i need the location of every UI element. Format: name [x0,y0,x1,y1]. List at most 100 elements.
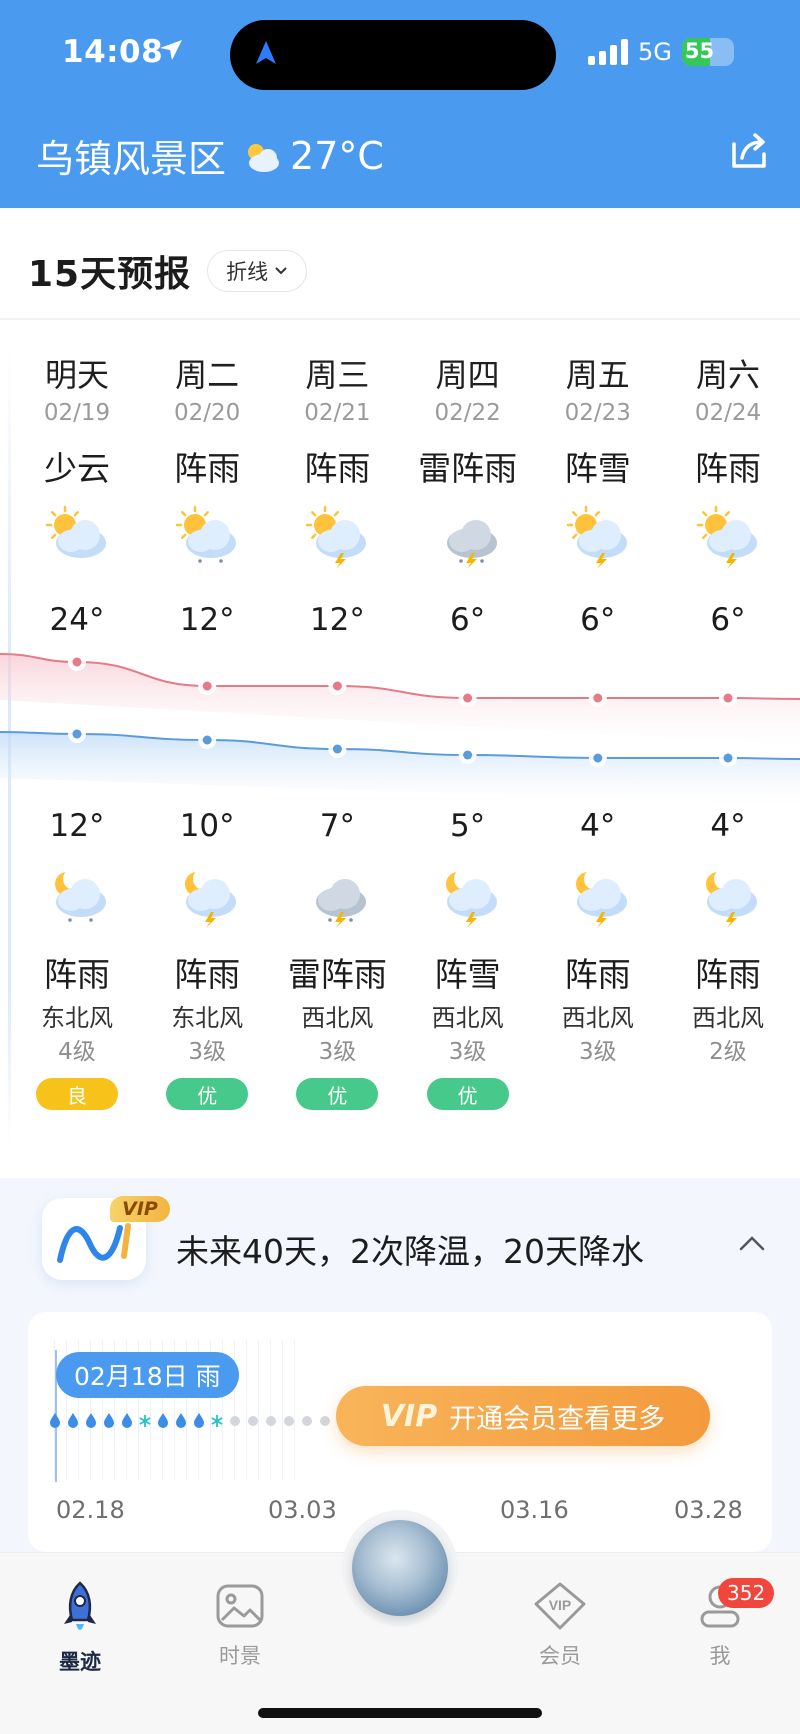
aqi-badge[interactable]: 优 [166,1078,249,1110]
status-time: 14:08 [62,34,164,70]
selected-date-pill: 02月18日 雨 [56,1352,239,1398]
day-name: 周六 [695,356,760,394]
location-title[interactable]: 乌镇风景区 27°C [36,128,384,183]
photo-icon [216,1584,264,1628]
day-column[interactable]: 周三 02/21 阵雨 12° 7° 雷阵雨 西北风 3级优 [272,350,402,1110]
wind-direction: 西北风 [692,1004,764,1032]
day-date: 02/24 [694,400,762,426]
rain-drop-icon [176,1413,186,1428]
cloud-thunder-rain-icon [446,520,497,569]
day-date: 02/22 [434,400,501,426]
current-temperature: 27°C [290,133,384,178]
chevron-up-icon[interactable] [738,1234,766,1252]
top-header: 14:08 5G 55 乌镇风景区 27°C [0,0,800,208]
day-column[interactable]: 周二 02/20 阵雨 12° 10° 阵雨 东北风 3级优 [142,350,272,1110]
status-indicators: 5G 55 [588,38,734,66]
night-condition: 雷阵雨 [287,955,387,994]
view-mode-dropdown[interactable]: 折线 [207,250,308,292]
wind-level: 3级 [188,1039,226,1065]
wind-level: 3级 [318,1039,357,1065]
aqi-badge[interactable]: 优 [296,1078,379,1110]
low-temp-area [0,732,800,805]
wind-direction: 西北风 [431,1004,504,1032]
rain-drop-icon [50,1413,60,1428]
night-weather-icon [663,862,793,942]
sun-cloud-rain-icon [175,505,237,563]
low-temp-point [202,735,212,745]
aqi-badge[interactable]: 良 [36,1078,118,1110]
notification-badge: 352 [718,1578,775,1608]
rain-drop-icon [158,1413,168,1428]
svg-text:VIP: VIP [549,1597,572,1613]
day-column[interactable]: 周五 02/23 阵雪 6° 4° 阵雨 西北风 3级 [533,350,663,1065]
axis-date: 03.16 [500,1496,569,1524]
rain-drop-icon [104,1413,114,1428]
high-temp-point [463,693,473,703]
no-precip-dot [320,1416,330,1426]
open-vip-label: 开通会员查看更多 [449,1403,666,1435]
wind-direction: 东北风 [171,1004,244,1032]
day-column[interactable]: 周六 02/24 阵雨 6° 4° 阵雨 西北风 2级 [663,350,793,1065]
forecast-header: 15天预报 折线 [28,245,308,297]
rain-drop-icon [122,1413,132,1428]
sun-cloud-thunder-icon [306,505,367,569]
moon-cloud-thunder-icon [706,868,757,928]
vip-button-badge: VIP [380,1398,438,1434]
day-column[interactable]: 明天 02/19 少云 24° 12° 阵雨 东北风 4级良 [12,350,142,1110]
axis-date: 03.28 [674,1496,743,1524]
axis-date: 03.03 [268,1496,337,1524]
aqi-badge[interactable]: 优 [426,1078,509,1110]
divider [0,318,800,320]
open-vip-button[interactable]: VIP 开通会员查看更多 [336,1386,710,1446]
no-precip-dot [284,1416,294,1426]
sun-cloud-thunder-icon [566,505,627,569]
forecast-40d-summary[interactable]: 未来40天，2次降温，20天降水 [176,1225,644,1273]
day-condition: 阵雪 [564,449,631,488]
rain-drop-icon [194,1413,204,1428]
day-weather-icon [533,496,663,576]
wind-level: 2级 [709,1039,747,1065]
high-temp-point [72,657,82,667]
day-name: 明天 [44,356,109,394]
day-name: 周三 [305,356,370,394]
low-temp-point [593,753,603,763]
wind-direction: 西北风 [301,1004,374,1032]
moon-cloud-thunder-icon [445,868,497,928]
no-precip-dot [230,1416,240,1426]
day-weather-icon [663,496,793,576]
day-date: 02/21 [304,400,371,426]
nav-label: 墨迹 [59,1650,101,1674]
nav-label: 时景 [219,1644,261,1668]
night-condition: 阵雨 [695,955,761,994]
nav-item-vip[interactable]: VIP 会员 [500,1580,620,1670]
network-type: 5G [638,38,672,66]
share-icon[interactable] [728,130,770,172]
day-condition: 阵雨 [304,449,371,488]
day-column[interactable]: 周四 02/22 雷阵雨 6° 5° 阵雪 西北风 3级优 [403,350,533,1110]
nav-item-moji[interactable]: 墨迹 [20,1580,140,1676]
nav-item-scenes[interactable]: 时景 [180,1580,300,1670]
chevron-down-icon [275,267,287,275]
battery-icon: 55 [681,38,734,66]
night-weather-icon [533,862,663,942]
navigation-arrow-icon [256,41,276,64]
axis-date: 02.18 [56,1496,125,1524]
cloud-thunder-rain-icon [316,879,367,928]
day-date: 02/19 [43,400,111,426]
day-name: 周二 [175,356,240,394]
snowflake-icon [211,1415,223,1427]
forecast-title: 15天预报 [28,254,192,295]
night-weather-icon [272,862,402,942]
low-temp-point [332,744,342,754]
high-temp-point [723,693,733,703]
moon-cloud-rain-icon [55,868,106,922]
day-date: 02/20 [174,400,241,426]
wind-direction: 东北风 [41,1004,113,1032]
scene-orb-button[interactable] [352,1520,448,1616]
nav-label: 我 [709,1644,731,1668]
location-arrow-icon [160,40,182,60]
nav-label: 会员 [539,1644,581,1668]
vip-diamond-icon: VIP [534,1582,586,1630]
partly-cloudy-icon [248,143,280,172]
day-name: 周四 [435,356,500,394]
